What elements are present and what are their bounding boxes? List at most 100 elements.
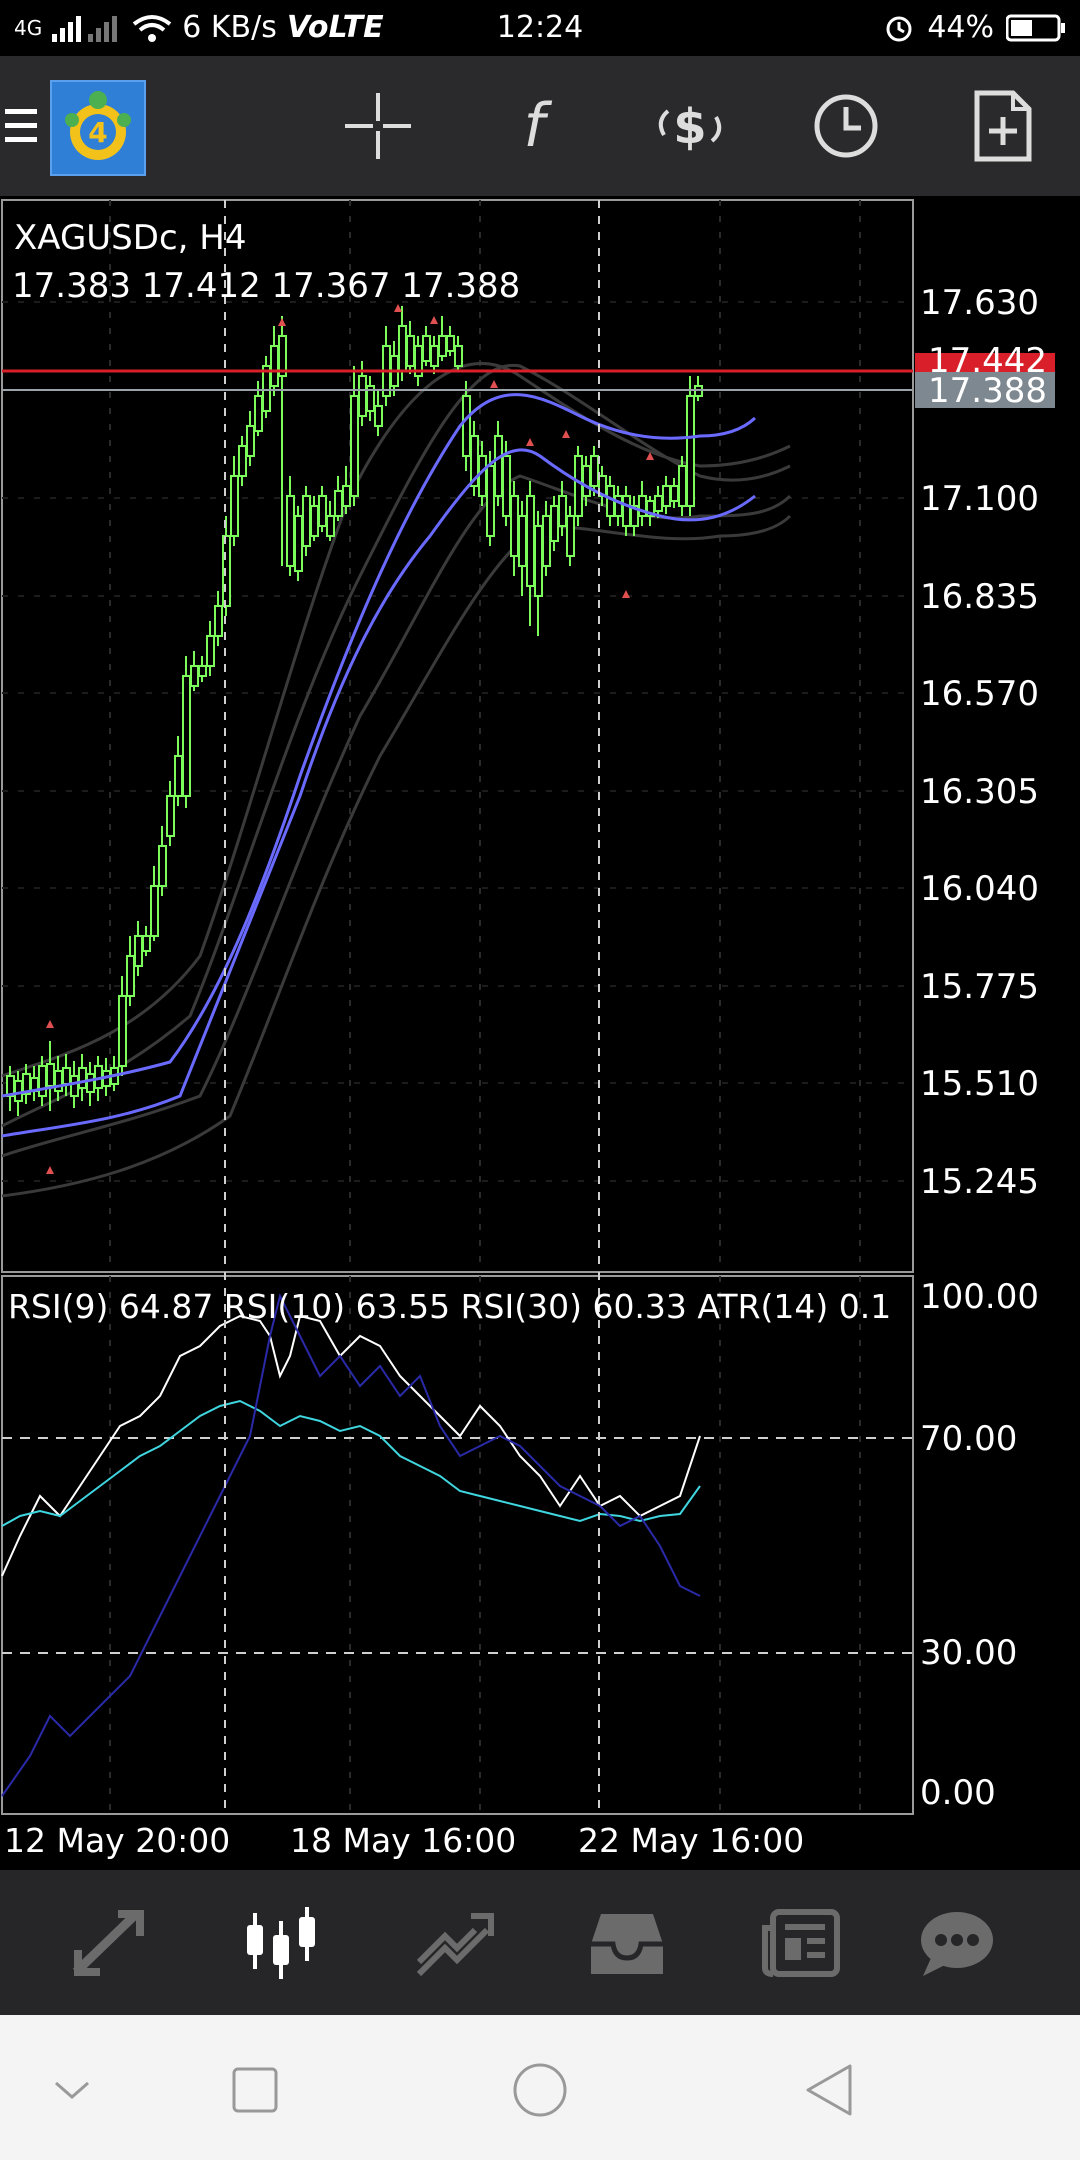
candle-body — [654, 495, 663, 512]
trade-nav-icon — [416, 1912, 494, 1976]
svg-text:$: $ — [673, 99, 706, 155]
indicators-button[interactable]: f — [494, 86, 574, 166]
rsi-tick-label: 100.00 — [920, 1277, 1039, 1317]
rsi-mid-line — [1, 1399, 701, 1527]
nav-chart[interactable] — [236, 1900, 326, 1985]
candle-body — [526, 495, 535, 587]
candle-body — [62, 1067, 71, 1085]
metatrader-logo[interactable]: 4 — [50, 80, 146, 176]
candle-body — [478, 455, 487, 497]
nav-trade[interactable] — [410, 1900, 500, 1985]
candle-body — [334, 490, 343, 517]
crosshair-icon — [345, 93, 411, 159]
candle-body — [134, 935, 143, 967]
candle-body — [422, 335, 431, 362]
news-icon — [762, 1908, 840, 1977]
price-tick-label: 15.510 — [920, 1064, 1039, 1104]
candle-body — [494, 435, 503, 497]
candle-body — [70, 1075, 79, 1097]
trade-button[interactable]: $ — [650, 86, 730, 166]
fractal-marker — [46, 1166, 54, 1174]
candle-body — [518, 515, 527, 567]
bottom-nav — [0, 1870, 1080, 2015]
fractal-marker — [526, 438, 534, 446]
candle-body — [446, 335, 455, 352]
nav-quotes[interactable] — [65, 1900, 155, 1985]
fractal-marker — [278, 318, 286, 326]
price-scale: 17.630 17.100 16.835 16.570 16.305 16.040 15.7… — [920, 283, 1039, 1202]
symbol-label: XAGUSDc, H4 — [14, 218, 246, 258]
candle-body — [462, 395, 471, 457]
candle-body — [142, 935, 151, 952]
indicator-label: RSI(9) 64.87 RSI(10) 63.55 RSI(30) 60.33… — [8, 1287, 891, 1326]
candle-body — [310, 505, 319, 537]
candle-body — [502, 455, 511, 517]
candle-body — [350, 395, 359, 497]
candle-body — [678, 465, 687, 507]
rsi-pane-frame — [1, 1275, 914, 1815]
bid-price-label: 17.388 — [928, 371, 1047, 411]
candle-body — [294, 515, 303, 572]
candle-body — [590, 455, 599, 487]
candle-body — [430, 345, 439, 367]
nav-news[interactable] — [756, 1900, 846, 1985]
price-tick-label: 15.245 — [920, 1162, 1039, 1202]
candle-body — [670, 485, 679, 502]
rsi-lines — [1, 1293, 701, 1797]
rsi-tick-label: 0.00 — [920, 1773, 996, 1813]
fractal-marker — [46, 1020, 54, 1028]
system-nav-bar — [0, 2015, 1080, 2160]
collapse-icon — [55, 2081, 89, 2099]
price-tick-label: 16.835 — [920, 577, 1039, 617]
price-tick-label: 16.570 — [920, 674, 1039, 714]
back-icon — [806, 2064, 852, 2116]
battery-icon — [1006, 14, 1065, 41]
home-icon — [513, 2063, 567, 2117]
candle-body — [198, 665, 207, 677]
candle-body — [86, 1073, 95, 1093]
candle-body — [118, 995, 127, 1067]
home-button[interactable] — [500, 2055, 580, 2125]
candle-body — [246, 425, 255, 457]
candle-body — [206, 635, 215, 667]
recents-button[interactable] — [215, 2055, 295, 2125]
collapse-button[interactable] — [32, 2055, 112, 2125]
rsi-slow-line — [1, 1293, 701, 1797]
back-button[interactable] — [790, 2055, 870, 2125]
candles — [6, 304, 703, 1174]
candle-body — [238, 445, 247, 477]
candle-body — [326, 515, 335, 537]
fractal-marker — [430, 316, 438, 324]
candle-body — [286, 495, 295, 567]
candle-body — [542, 515, 551, 567]
new-order-button[interactable] — [962, 86, 1042, 166]
nav-history[interactable] — [582, 1900, 672, 1985]
crosshair-button[interactable] — [338, 86, 418, 166]
candle-body — [150, 885, 159, 937]
chart-icon — [247, 1906, 315, 1979]
timeframe-icon — [814, 94, 878, 158]
rsi-tick-label: 30.00 — [920, 1633, 1017, 1673]
candle-body — [534, 525, 543, 597]
nav-chat[interactable] — [912, 1900, 1002, 1985]
alarm-icon — [886, 16, 912, 41]
menu-icon — [5, 109, 37, 142]
trade-icon: $ — [658, 99, 722, 155]
candle-body — [38, 1065, 47, 1097]
status-bar: 4G 6 KB/s VoLTE 12:24 44% — [0, 0, 1080, 56]
recents-icon — [232, 2067, 278, 2113]
candle-body — [358, 375, 367, 417]
candle-body — [166, 795, 175, 837]
chart-area[interactable]: XAGUSDc, H4 17.383 17.412 17.367 17.388 … — [0, 196, 1080, 1870]
price-chart[interactable]: XAGUSDc, H4 17.383 17.412 17.367 17.388 … — [0, 196, 1080, 1870]
candle-body — [686, 395, 695, 507]
time-tick-label: 22 May 16:00 — [578, 1821, 804, 1860]
history-icon — [591, 1913, 663, 1974]
band-line — [1, 514, 792, 1198]
app-logo-icon: 4 — [65, 91, 131, 160]
candle-body — [566, 515, 575, 557]
candle-body — [406, 335, 415, 367]
timeframe-button[interactable] — [806, 86, 886, 166]
candle-body — [622, 495, 631, 527]
rsi-tick-label: 70.00 — [920, 1419, 1017, 1459]
